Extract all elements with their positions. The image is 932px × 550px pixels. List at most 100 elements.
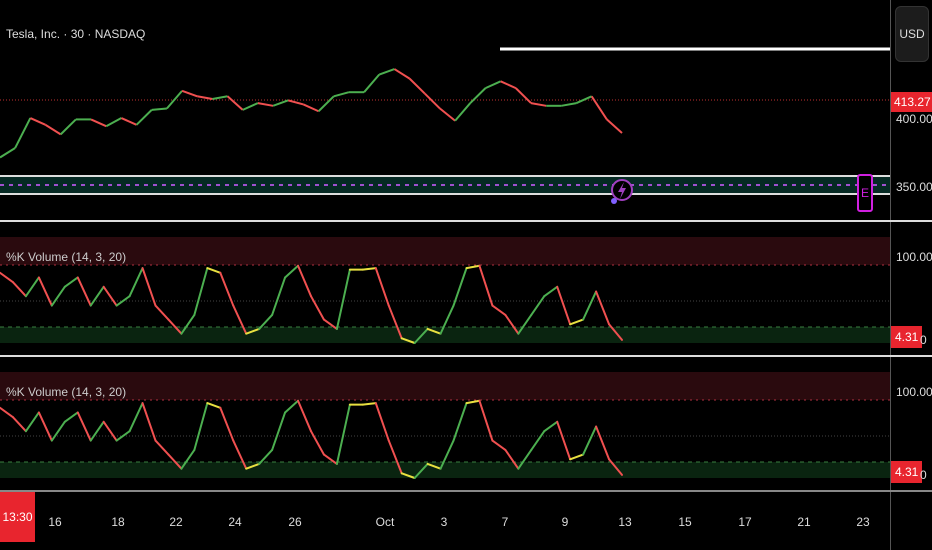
- price-segment: [0, 147, 16, 159]
- oscillator-segment: [374, 267, 390, 307]
- osc-value-badge: 4.31: [891, 461, 923, 483]
- price-segment: [44, 124, 62, 136]
- time-axis-label: 9: [561, 515, 569, 529]
- time-axis-label: 13: [618, 515, 632, 529]
- price-segment: [120, 117, 137, 126]
- price-segment: [105, 117, 122, 128]
- oscillator-segment: [63, 276, 79, 288]
- osc-lower-label: 0: [920, 333, 927, 347]
- osc-lower-label: 0: [920, 468, 927, 482]
- price-segment: [561, 102, 577, 107]
- oscillator-segment: [491, 304, 507, 316]
- time-axis-label: 16: [48, 515, 62, 529]
- price-label-400: 400.00: [896, 112, 932, 126]
- price-segment: [469, 87, 487, 104]
- svg-text:E: E: [861, 186, 869, 200]
- oscillator-segment: [335, 403, 351, 465]
- oscillator-segment: [63, 411, 79, 423]
- price-segment: [135, 109, 153, 126]
- oscillator-segment: [543, 285, 559, 298]
- oscillator-segment: [595, 290, 611, 326]
- price-segment: [257, 102, 274, 107]
- price-segment: [576, 95, 593, 104]
- price-segment: [515, 87, 532, 104]
- oscillator-segment: [491, 439, 507, 451]
- oscillator-segment: [284, 264, 300, 279]
- oscillator-segment: [24, 411, 40, 433]
- oscillator-segment: [452, 402, 468, 442]
- oscillator-segment: [128, 267, 144, 298]
- price-segment: [500, 80, 517, 90]
- oscillator-segment: [141, 267, 157, 307]
- oscillator-segment: [297, 264, 312, 298]
- oversold-zone: [0, 462, 890, 478]
- oscillator-segment: [569, 318, 585, 326]
- price-segment: [424, 92, 441, 110]
- time-axis-label: 24: [228, 515, 242, 529]
- currency-button[interactable]: USD: [895, 6, 929, 62]
- price-segment: [606, 118, 623, 134]
- price-segment: [393, 68, 411, 80]
- oscillator-segment: [206, 267, 222, 274]
- oscillator-segment: [102, 420, 118, 442]
- price-segment: [226, 95, 244, 111]
- oscillator-segment: [11, 416, 27, 433]
- price-segment: [303, 103, 319, 113]
- price-segment: [242, 102, 259, 111]
- oscillator-title: %K Volume (14, 3, 20): [6, 385, 127, 399]
- oscillator-title: %K Volume (14, 3, 20): [6, 250, 127, 264]
- time-axis-label: 15: [678, 515, 692, 529]
- oscillator-segment: [465, 264, 481, 270]
- oscillator-segment: [374, 402, 390, 442]
- oscillator-segment: [115, 295, 131, 307]
- price-series: [0, 68, 623, 159]
- oscillator-segment: [141, 402, 157, 442]
- oscillator-segment: [478, 264, 494, 307]
- oscillator-segment: [206, 402, 222, 409]
- cursor-time-badge: 13:30: [0, 492, 35, 542]
- oscillator-segment: [530, 295, 546, 316]
- oscillator-segment: [595, 425, 611, 461]
- time-axis-border: [0, 490, 932, 492]
- oscillator-segment: [115, 430, 131, 442]
- lightning-icon[interactable]: [611, 179, 633, 204]
- price-segment: [151, 107, 167, 111]
- price-segment: [590, 95, 608, 120]
- oscillator-segment: [271, 411, 287, 451]
- oscillator-segment: [0, 271, 14, 284]
- oscillator-segment: [310, 295, 325, 321]
- price-segment: [485, 80, 502, 90]
- price-segment: [378, 68, 395, 76]
- price-segment: [14, 117, 32, 149]
- oscillator-segment: [50, 285, 66, 307]
- oscillator-segment: [0, 406, 14, 419]
- oscillator-segment: [543, 420, 559, 433]
- price-segment: [454, 102, 472, 122]
- oscillator-segment: [297, 399, 312, 433]
- pane-separator[interactable]: [0, 355, 932, 357]
- oscillator-segment: [452, 267, 468, 307]
- price-segment: [181, 89, 198, 98]
- time-axis-label: Oct: [375, 515, 395, 529]
- earnings-marker[interactable]: E: [857, 174, 873, 212]
- oscillator-segment: [284, 399, 300, 414]
- time-axis-label: 26: [288, 515, 302, 529]
- price-segment: [197, 95, 213, 100]
- oscillator-segment: [154, 439, 170, 456]
- oscillator-segment: [89, 285, 105, 307]
- oscillator-segment: [335, 268, 351, 330]
- time-axis-label: 23: [856, 515, 870, 529]
- oscillator-segment: [465, 399, 481, 405]
- oscillator-segment: [569, 453, 585, 461]
- osc-value-badge: 4.31: [891, 326, 923, 348]
- oscillator-segment: [582, 425, 598, 456]
- pane-separator[interactable]: [0, 220, 932, 222]
- price-segment: [530, 102, 547, 107]
- oscillator-segment: [50, 420, 66, 442]
- oscillator-segment: [271, 276, 287, 316]
- price-segment: [408, 77, 426, 95]
- oscillator-segment: [193, 402, 209, 451]
- oscillator-segment: [128, 402, 144, 433]
- oscillator-segment: [530, 430, 546, 451]
- chart-canvas[interactable]: E: [0, 0, 890, 550]
